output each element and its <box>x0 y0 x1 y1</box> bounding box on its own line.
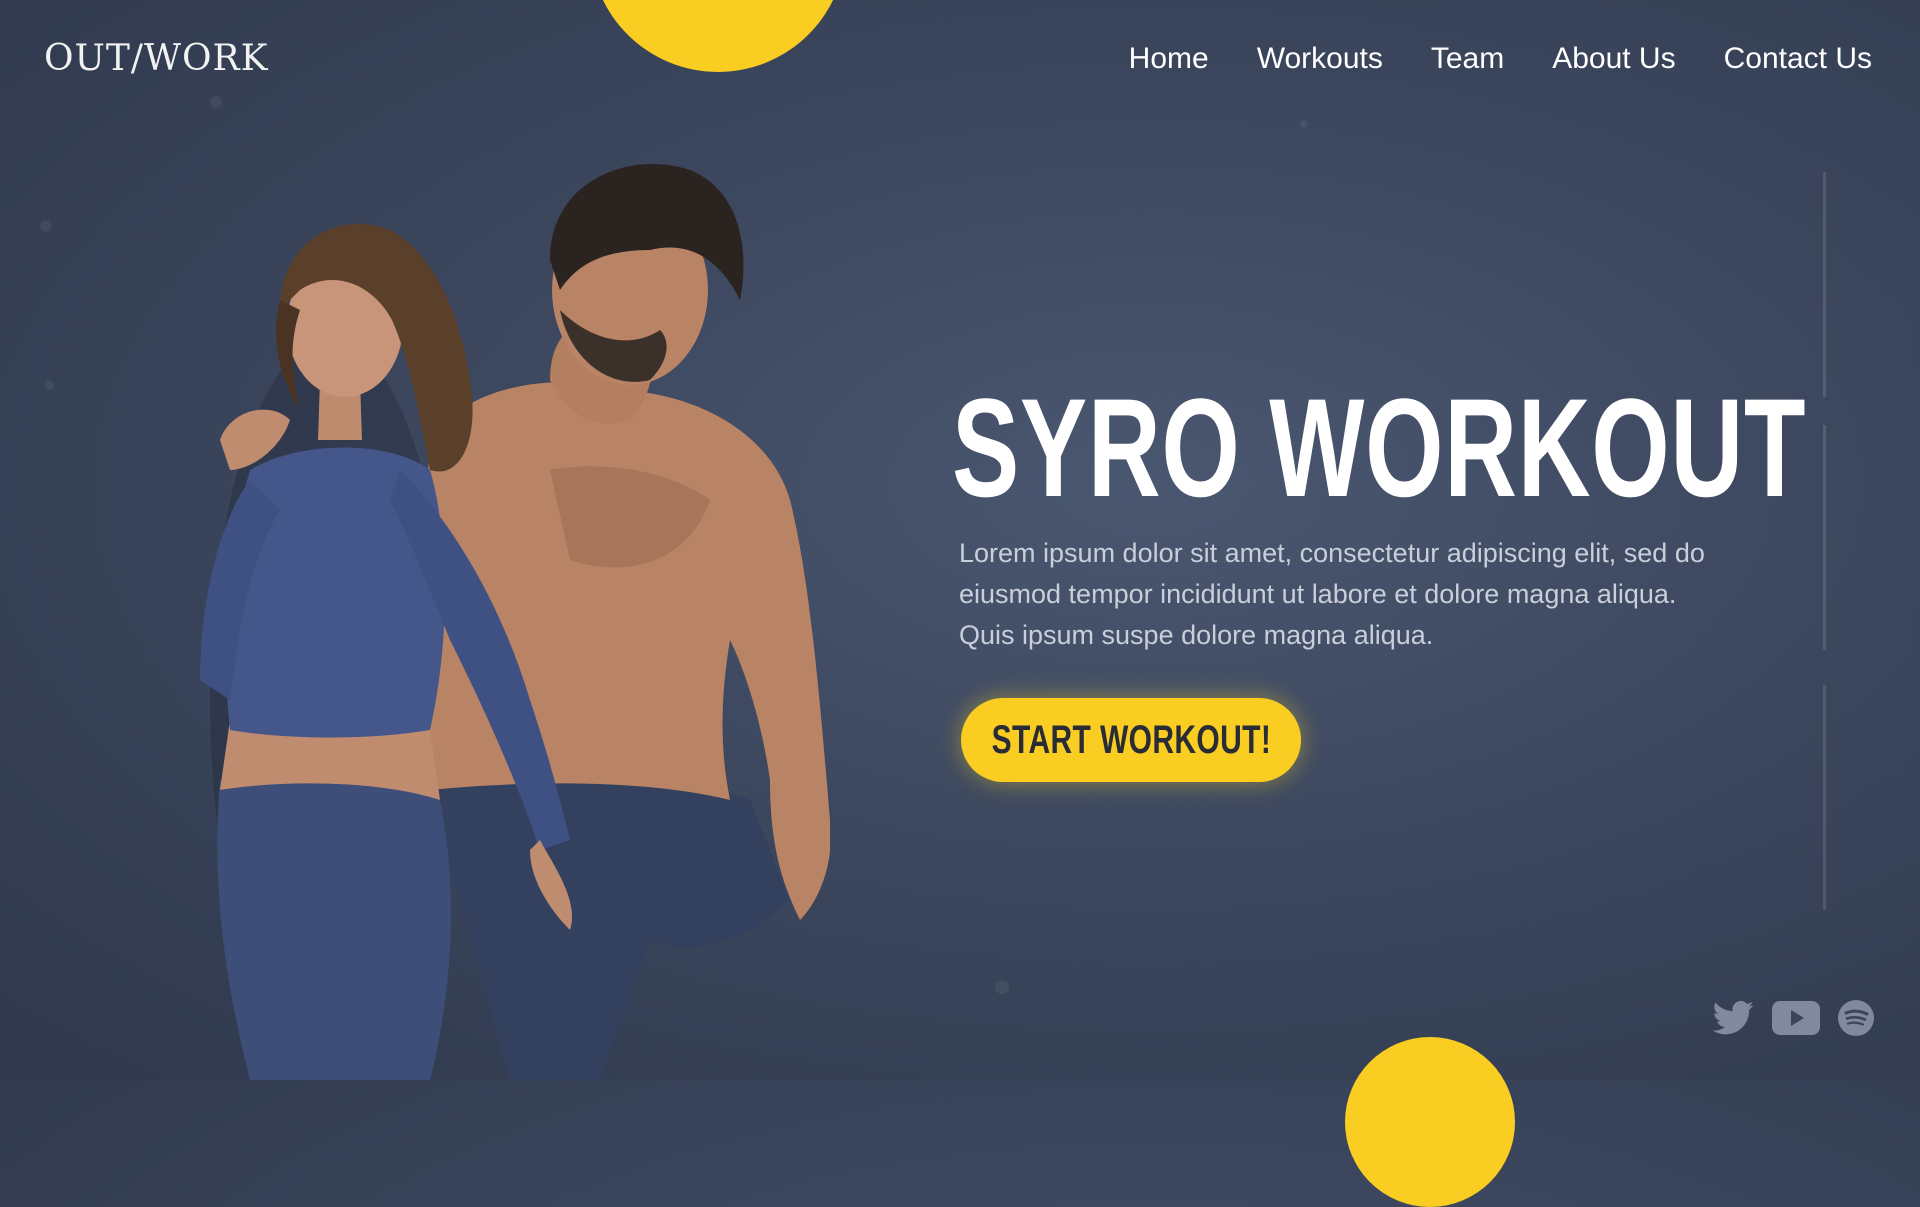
decorative-yellow-circle-top <box>590 0 846 72</box>
nav-link-home[interactable]: Home <box>1129 42 1209 76</box>
spotify-icon[interactable] <box>1838 1000 1874 1036</box>
start-workout-button[interactable]: START WORKOUT! <box>961 698 1301 782</box>
main-nav: Home Workouts Team About Us Contact Us <box>1129 42 1872 76</box>
nav-link-about-us[interactable]: About Us <box>1552 42 1675 76</box>
side-divider-line <box>1823 685 1826 910</box>
start-workout-button-label: START WORKOUT! <box>991 717 1271 762</box>
social-links <box>1712 1000 1874 1036</box>
hero-fitness-couple-image <box>200 164 830 1080</box>
side-divider-line <box>1823 172 1826 397</box>
background-speck <box>995 980 1009 994</box>
background-speck <box>40 220 52 232</box>
decorative-yellow-circle-bottom <box>1345 1037 1515 1207</box>
youtube-icon[interactable] <box>1772 1001 1820 1035</box>
background-speck <box>210 96 222 108</box>
twitter-icon[interactable] <box>1712 1001 1754 1035</box>
brand-logo[interactable]: OUT/WORK <box>44 38 269 79</box>
background-speck <box>1300 120 1308 128</box>
background-speck <box>44 380 54 390</box>
nav-link-workouts[interactable]: Workouts <box>1257 42 1383 76</box>
hero-description: Lorem ipsum dolor sit amet, consectetur … <box>959 538 1705 650</box>
side-divider-line <box>1823 425 1826 650</box>
hero-title: SYRO WORKOUT <box>952 369 1807 526</box>
nav-link-team[interactable]: Team <box>1431 42 1504 76</box>
nav-link-contact-us[interactable]: Contact Us <box>1724 42 1872 76</box>
